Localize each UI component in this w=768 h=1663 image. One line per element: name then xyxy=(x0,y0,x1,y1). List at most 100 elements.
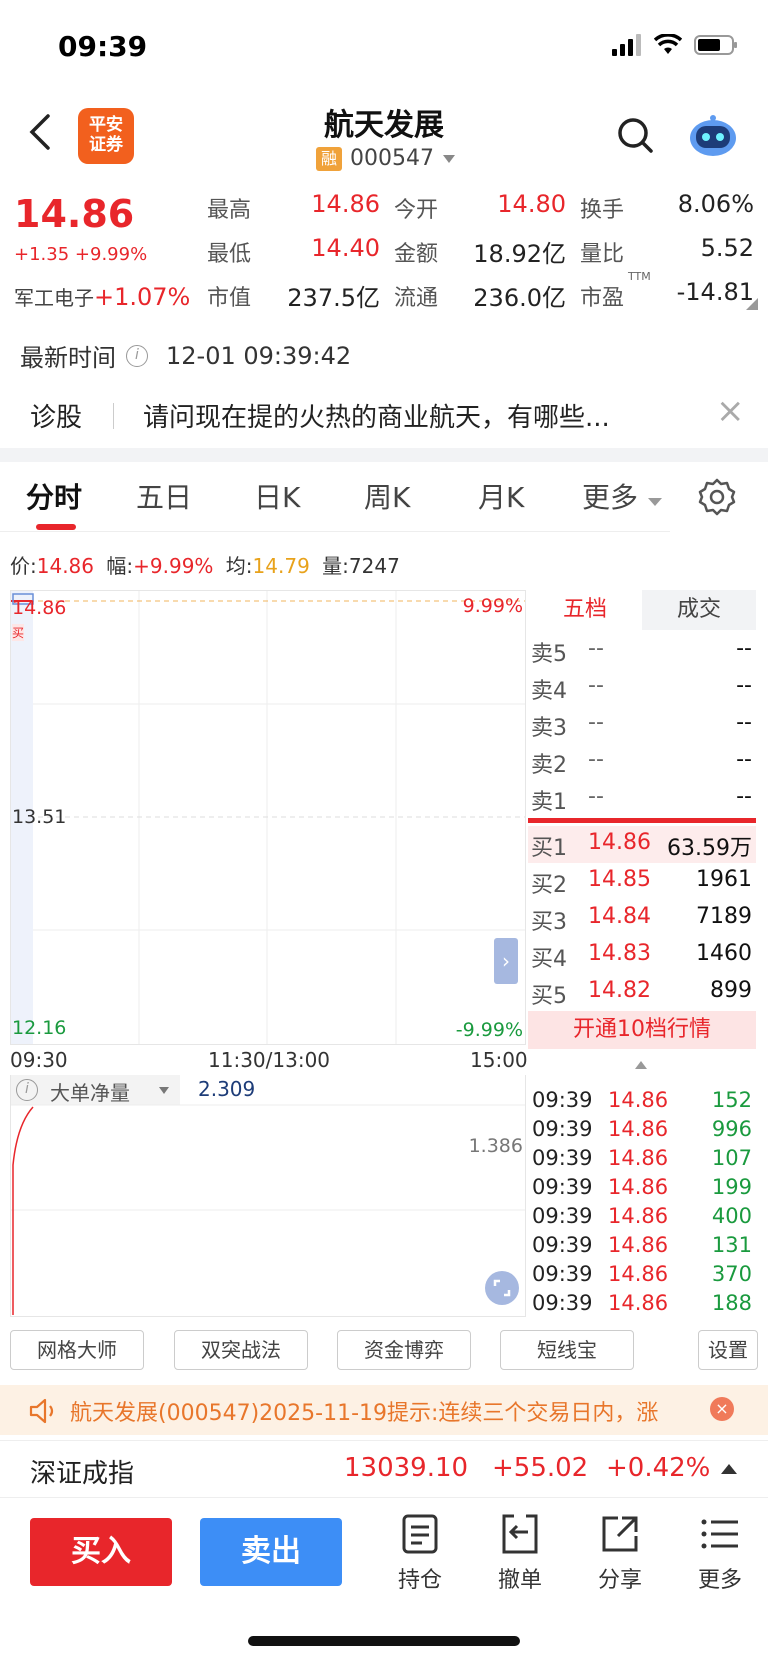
intraday-chart[interactable]: 14.86 买 9.99% 13.51 12.16 -9.99% › xyxy=(10,590,526,1045)
strategy-short-term[interactable]: 短线宝 xyxy=(500,1330,634,1370)
strategy-fund-game[interactable]: 资金博弈 xyxy=(337,1330,471,1370)
caret-up-icon[interactable] xyxy=(634,1060,648,1070)
diagnosis-text: 请问现在提的火热的商业航天，有哪些... xyxy=(143,403,610,433)
alert-text: 航天发展(000547)2025-11-19提示:连续三个交易日内，涨 xyxy=(70,1401,659,1426)
tab-five-day[interactable]: 五日 xyxy=(136,476,192,516)
bid-row: 买3 14.84 7189 xyxy=(531,904,752,935)
expand-panel-button[interactable]: › xyxy=(494,938,518,984)
search-icon xyxy=(618,118,653,153)
tab-monthly-k[interactable]: 月K xyxy=(478,476,524,516)
info-amp: +9.99% xyxy=(133,554,214,578)
caret-down-icon xyxy=(647,498,662,506)
buy-marker: 买 xyxy=(12,624,25,641)
turnover-label: 换手 xyxy=(580,198,625,223)
settings-button[interactable] xyxy=(698,478,736,520)
close-icon[interactable]: × xyxy=(716,391,745,431)
info-avg: 14.79 xyxy=(252,554,310,578)
pct-top: 9.99% xyxy=(462,595,523,617)
caret-up-icon[interactable] xyxy=(720,1463,738,1475)
ask-row: 卖4 -- -- xyxy=(531,673,752,704)
tab-more[interactable]: 更多 xyxy=(582,476,663,516)
tab-weekly-k[interactable]: 周K xyxy=(364,476,410,516)
section-divider xyxy=(0,448,768,462)
index-change: +55.02 xyxy=(492,1453,589,1483)
bid-row: 买5 14.82 899 xyxy=(531,978,752,1009)
tab-daily-k[interactable]: 日K xyxy=(254,476,300,516)
sub-axis-value: 1.386 xyxy=(468,1135,523,1157)
latest-time-value: 12-01 09:39:42 xyxy=(166,341,352,370)
cancel-order-button[interactable]: 撤单 xyxy=(488,1512,552,1594)
holdings-label: 持仓 xyxy=(397,1568,442,1593)
alert-banner[interactable]: 航天发展(000547)2025-11-19提示:连续三个交易日内，涨 × xyxy=(0,1385,768,1435)
trade-row: 09:39 14.86 996 xyxy=(532,1117,752,1141)
sell-button[interactable]: 卖出 xyxy=(200,1518,342,1586)
open-ten-levels-button[interactable]: 开通10档行情 xyxy=(528,1011,756,1049)
amount-label: 金额 xyxy=(394,242,439,267)
buy-button[interactable]: 买入 xyxy=(30,1518,172,1586)
more-button[interactable]: 更多 xyxy=(688,1512,752,1594)
index-ticker[interactable]: 深证成指 13039.10 +55.02 +0.42% xyxy=(0,1440,768,1498)
sector-name: 军工电子 xyxy=(14,286,94,310)
expand-corner-icon[interactable] xyxy=(746,298,758,310)
ai-assistant-button[interactable] xyxy=(688,114,738,162)
current-price: 14.86 xyxy=(14,192,135,236)
close-icon[interactable]: × xyxy=(710,1397,734,1421)
home-indicator[interactable] xyxy=(248,1636,520,1646)
diagnosis-banner[interactable]: 诊股 请问现在提的火热的商业航天，有哪些... × xyxy=(0,385,768,445)
cancel-order-label: 撤单 xyxy=(497,1568,542,1593)
tab-underline xyxy=(36,524,76,530)
stock-code-row[interactable]: 融 000547 xyxy=(316,146,456,171)
strategy-grid-master[interactable]: 网格大师 xyxy=(10,1330,144,1370)
document-icon xyxy=(402,1514,438,1554)
bid-row: 买4 14.83 1460 xyxy=(531,941,752,972)
trade-row: 09:39 14.86 131 xyxy=(532,1233,752,1257)
tab-five-levels[interactable]: 五档 xyxy=(528,590,642,630)
fullscreen-button[interactable] xyxy=(485,1271,519,1305)
trade-row: 09:39 14.86 400 xyxy=(532,1204,752,1228)
low-value: 14.40 xyxy=(311,234,380,262)
info-icon[interactable]: i xyxy=(126,344,148,367)
share-icon xyxy=(602,1516,638,1552)
speaker-icon xyxy=(29,1398,54,1424)
trade-row: 09:39 14.86 199 xyxy=(532,1175,752,1199)
strategy-double-breakout[interactable]: 双突战法 xyxy=(174,1330,308,1370)
trade-row: 09:39 14.86 152 xyxy=(532,1088,752,1112)
fullscreen-icon xyxy=(493,1279,511,1297)
holdings-button[interactable]: 持仓 xyxy=(388,1512,452,1594)
change-value: +1.35 xyxy=(14,244,70,265)
tab-trades[interactable]: 成交 xyxy=(642,590,756,630)
open-label: 今开 xyxy=(394,198,439,223)
time-mid: 11:30/13:00 xyxy=(208,1048,331,1072)
info-vol: 7247 xyxy=(348,554,400,578)
vol-label: 量: xyxy=(322,554,349,578)
search-button[interactable] xyxy=(616,116,654,158)
status-icons xyxy=(612,34,738,56)
ask-row: 卖2 -- -- xyxy=(531,747,752,778)
pct-bottom: -9.99% xyxy=(455,1019,523,1041)
undo-icon xyxy=(502,1514,538,1554)
share-button[interactable]: 分享 xyxy=(588,1512,652,1594)
diagnosis-label: 诊股 xyxy=(30,403,83,433)
vol-ratio-value: 5.52 xyxy=(700,234,754,262)
ask-row: 卖1 -- -- xyxy=(531,784,752,815)
high-value: 14.86 xyxy=(311,190,380,218)
amount-value: 18.92亿 xyxy=(473,240,566,268)
info-price: 14.86 xyxy=(36,554,95,578)
high-label: 最高 xyxy=(207,198,252,223)
price-change: +1.35 +9.99% xyxy=(14,244,147,265)
spread-divider xyxy=(528,818,756,823)
battery-icon xyxy=(694,35,737,55)
turnover-value: 8.06% xyxy=(677,190,754,218)
caret-down-icon xyxy=(442,154,455,163)
amp-label: 幅: xyxy=(106,554,134,578)
latest-time-label: 最新时间 xyxy=(20,344,116,372)
strategy-settings[interactable]: 设置 xyxy=(698,1330,758,1370)
sector-link[interactable]: 军工电子+1.07% xyxy=(14,282,190,311)
stock-code: 000547 xyxy=(350,146,434,171)
sub-chart[interactable]: 1.386 xyxy=(10,1075,526,1317)
tab-intraday[interactable]: 分时 xyxy=(26,476,82,516)
float-label: 流通 xyxy=(394,286,439,311)
avg-label: 均: xyxy=(225,554,253,578)
open-value: 14.80 xyxy=(497,190,566,218)
change-pct: +9.99% xyxy=(74,244,148,265)
